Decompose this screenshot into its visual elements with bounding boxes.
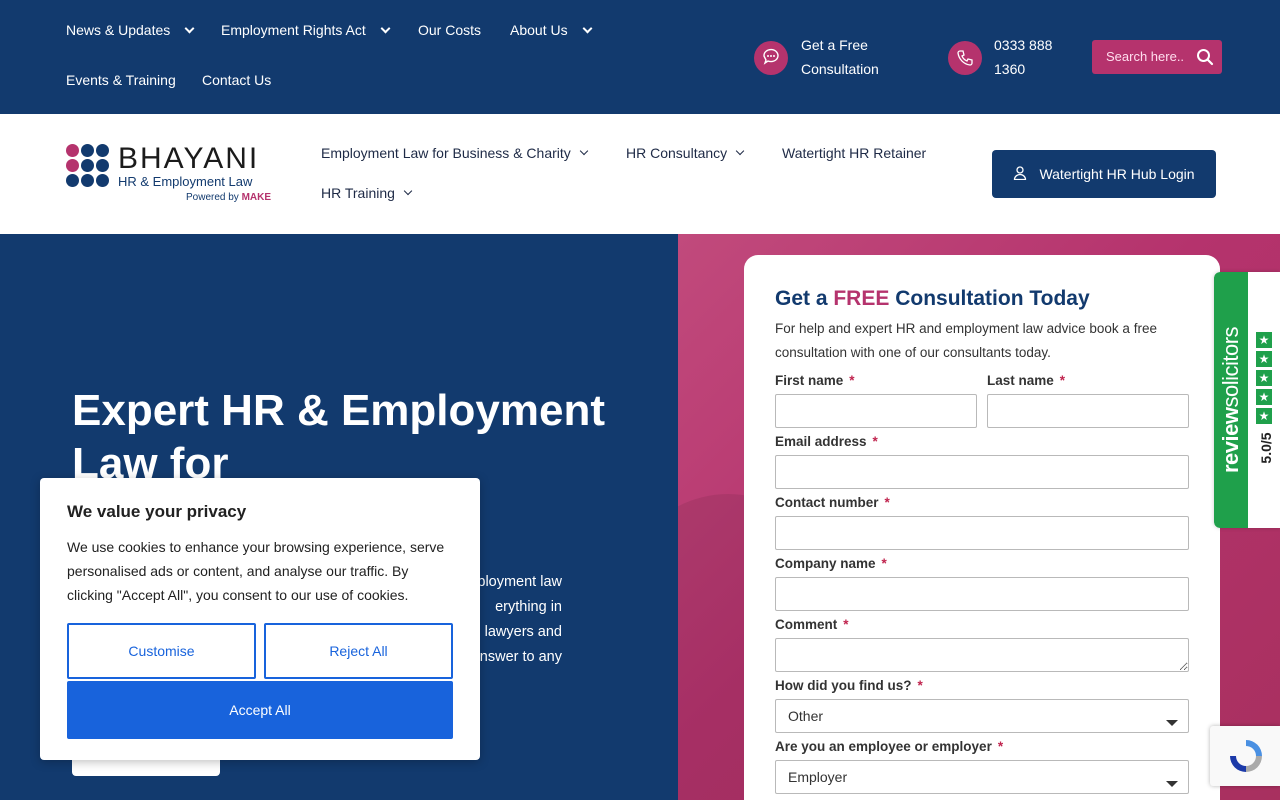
star-icon: ★ xyxy=(1256,332,1272,348)
top-nav-our-costs[interactable]: Our Costs xyxy=(418,22,481,38)
top-nav-costs-label: Our Costs xyxy=(418,22,482,38)
logo-powered-by: Powered by MAKE xyxy=(186,192,272,203)
cookie-title: We value your privacy xyxy=(67,502,247,521)
consultation-line1: Get a Free xyxy=(801,37,868,53)
last-name-label: Last name * xyxy=(987,373,1066,388)
find-us-select[interactable]: Other xyxy=(775,699,1189,733)
dropdown-arrow-icon xyxy=(1166,781,1178,787)
contact-number-input[interactable] xyxy=(775,516,1189,550)
top-nav-about-label: About Us xyxy=(510,22,568,38)
top-nav-contact-label: Contact Us xyxy=(202,72,272,88)
dropdown-arrow-icon xyxy=(1166,720,1178,726)
hr-hub-login-button[interactable]: Watertight HR Hub Login xyxy=(992,150,1216,198)
cookie-accept-all-button[interactable]: Accept All xyxy=(67,681,453,739)
chevron-down-icon xyxy=(735,146,745,156)
top-nav-news-label: News & Updates xyxy=(66,22,171,38)
main-nav-hr-consultancy[interactable]: HR Consultancy xyxy=(626,145,745,161)
user-icon xyxy=(1013,165,1027,183)
company-name-input[interactable] xyxy=(775,577,1189,611)
find-us-label: How did you find us? * xyxy=(775,678,923,693)
review-solicitors-badge[interactable]: reviewsolicitors ★ ★ ★ ★ ★ 5.0/5 xyxy=(1214,272,1280,528)
top-nav-events-training[interactable]: Events & Training xyxy=(66,72,176,88)
cookie-customise-button[interactable]: Customise xyxy=(67,623,256,679)
top-nav-era-label: Employment Rights Act xyxy=(221,22,366,38)
company-name-label: Company name * xyxy=(775,556,887,571)
free-consultation-link[interactable]: Get a Free Consultation xyxy=(801,33,879,81)
cookie-reject-all-button[interactable]: Reject All xyxy=(264,623,453,679)
form-intro: For help and expert HR and employment la… xyxy=(775,321,1157,360)
consultation-icon[interactable] xyxy=(754,41,788,75)
main-nav-employment-law-label: Employment Law for Business & Charity xyxy=(321,145,571,161)
last-name-input[interactable] xyxy=(987,394,1189,428)
consultation-form: Get a FREE Consultation Today For help a… xyxy=(744,255,1220,800)
main-nav-hr-training-label: HR Training xyxy=(321,185,395,201)
top-nav-contact-us[interactable]: Contact Us xyxy=(202,72,271,88)
top-nav-employment-rights-act[interactable]: Employment Rights Act xyxy=(221,22,391,38)
phone-link[interactable]: 0333 888 1360 xyxy=(994,33,1052,81)
chevron-down-icon xyxy=(579,146,589,156)
star-icon: ★ xyxy=(1256,408,1272,424)
recaptcha-icon xyxy=(1230,740,1262,772)
main-nav-employment-law[interactable]: Employment Law for Business & Charity xyxy=(321,145,589,161)
main-nav-watertight-retainer[interactable]: Watertight HR Retainer xyxy=(782,145,926,161)
chevron-down-icon xyxy=(582,23,593,33)
chevron-down-icon xyxy=(403,186,413,196)
search-box xyxy=(1092,40,1222,74)
main-nav-hr-training[interactable]: HR Training xyxy=(321,185,413,201)
star-icon: ★ xyxy=(1256,389,1272,405)
logo-name: BHAYANI xyxy=(118,142,260,175)
employee-employer-value: Employer xyxy=(788,769,848,785)
top-nav-events-label: Events & Training xyxy=(66,72,176,88)
contact-number-label: Contact number * xyxy=(775,495,890,510)
cookie-text: We use cookies to enhance your browsing … xyxy=(67,539,445,603)
logo-subtitle: HR & Employment Law xyxy=(118,174,253,189)
chevron-down-icon xyxy=(380,23,391,33)
first-name-input[interactable] xyxy=(775,394,977,428)
star-icon: ★ xyxy=(1256,351,1272,367)
first-name-label: First name * xyxy=(775,373,855,388)
hr-hub-login-label: Watertight HR Hub Login xyxy=(1039,166,1195,182)
review-brand: reviewsolicitors xyxy=(1218,326,1243,474)
top-nav-about-us[interactable]: About Us xyxy=(510,22,593,38)
star-icon: ★ xyxy=(1256,370,1272,386)
logo-dots xyxy=(66,144,110,188)
employee-employer-label: Are you an employee or employer * xyxy=(775,739,1004,754)
email-input[interactable] xyxy=(775,455,1189,489)
recaptcha-badge[interactable] xyxy=(1210,726,1280,786)
phone-line1: 0333 888 xyxy=(994,37,1053,53)
email-label: Email address * xyxy=(775,434,878,449)
top-nav-news[interactable]: News & Updates xyxy=(66,22,195,38)
search-icon[interactable] xyxy=(1196,48,1214,71)
review-stars: ★ ★ ★ ★ ★ xyxy=(1256,332,1274,427)
find-us-value: Other xyxy=(788,708,824,724)
employee-employer-select[interactable]: Employer xyxy=(775,760,1189,794)
top-bar: News & Updates Employment Rights Act Our… xyxy=(0,0,1280,114)
phone-icon[interactable] xyxy=(948,41,982,75)
form-title: Get a FREE Consultation Today xyxy=(775,287,1090,310)
phone-line2: 1360 xyxy=(994,61,1026,77)
cookie-consent-banner: We value your privacy We use cookies to … xyxy=(40,478,480,760)
review-rating: 5.0/5 xyxy=(1258,432,1274,464)
comment-label: Comment * xyxy=(775,617,849,632)
main-nav-hr-consultancy-label: HR Consultancy xyxy=(626,145,728,161)
main-nav-retainer-label: Watertight HR Retainer xyxy=(782,145,927,161)
comment-textarea[interactable] xyxy=(775,638,1189,672)
search-input[interactable] xyxy=(1106,49,1186,64)
chevron-down-icon xyxy=(184,23,195,33)
consultation-line2: Consultation xyxy=(801,61,879,77)
hero-title: Expert HR & Employment Law for xyxy=(72,386,605,488)
